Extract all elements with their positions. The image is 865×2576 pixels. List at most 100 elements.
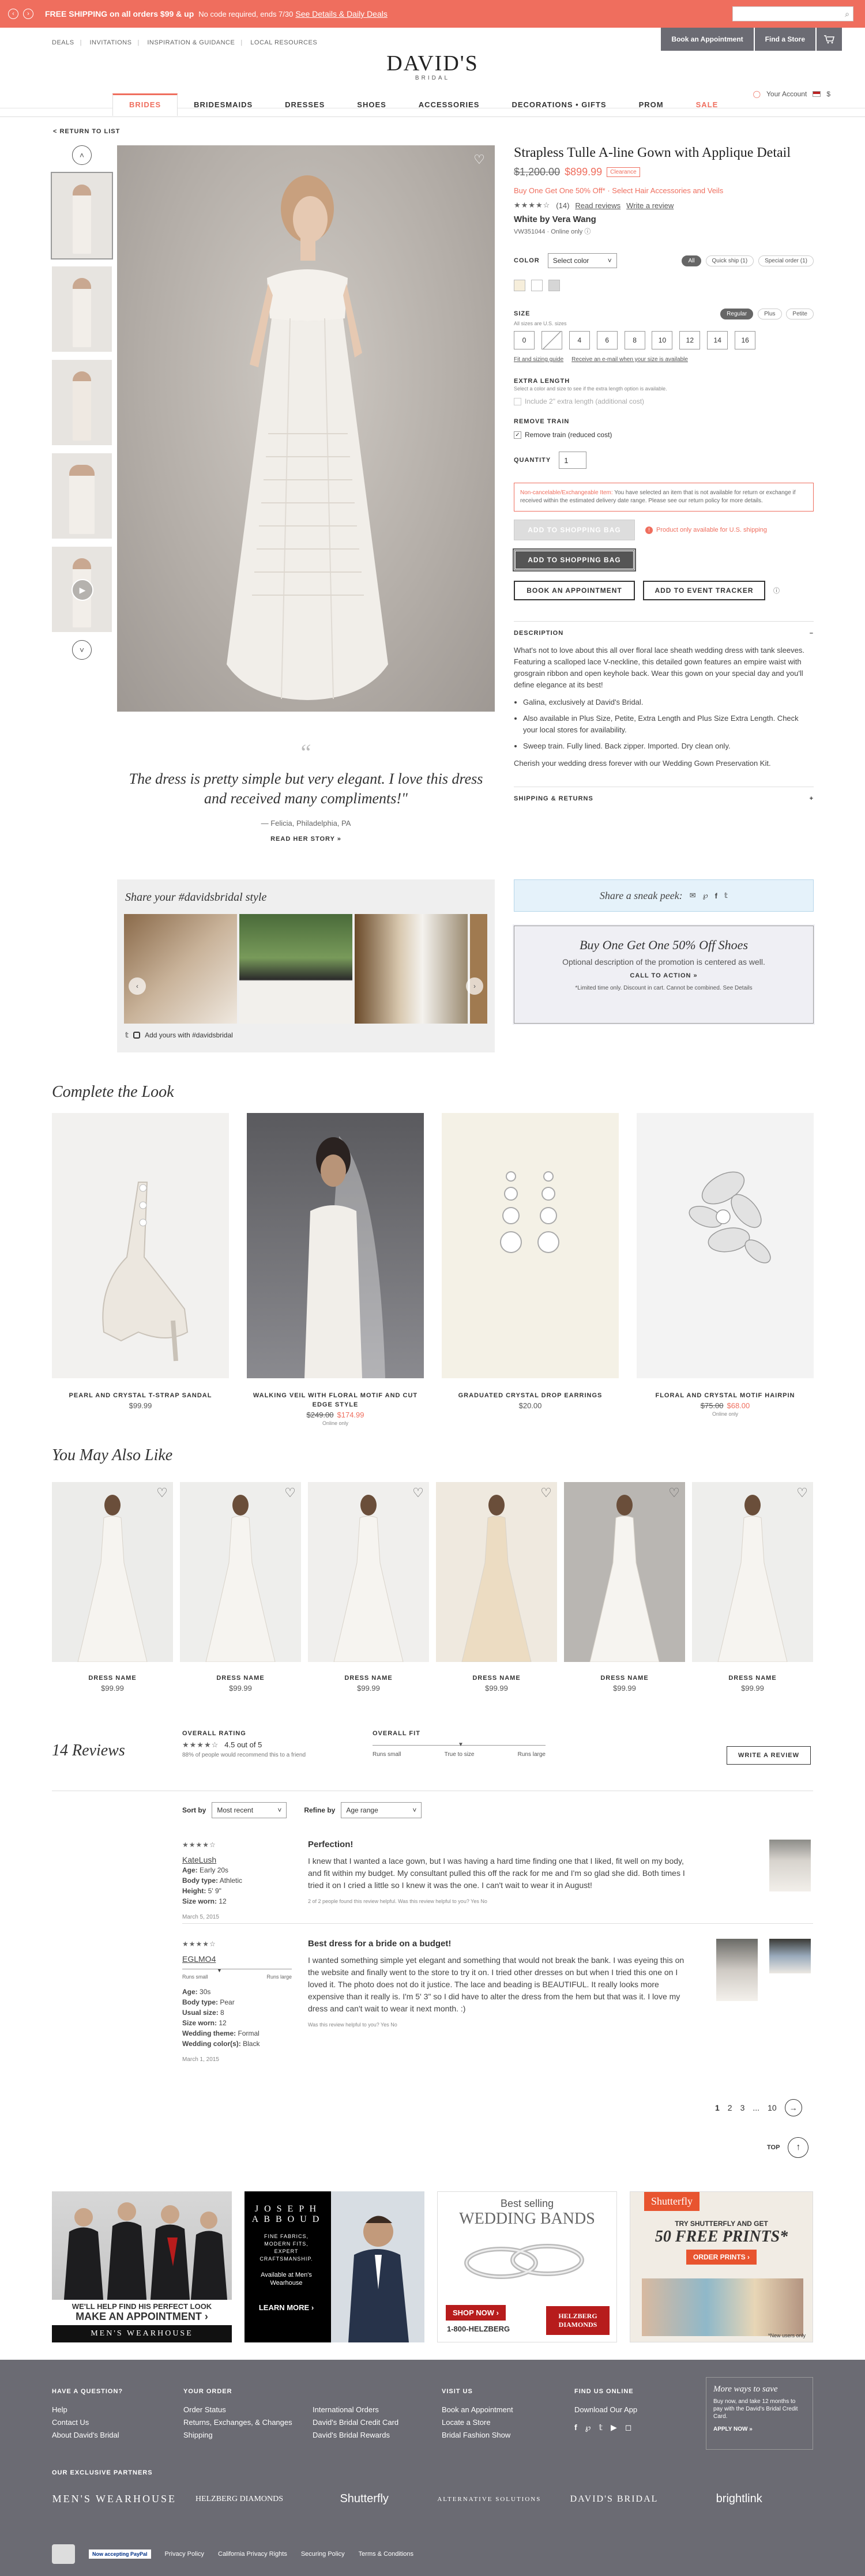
color-filter-quick-ship[interactable]: Quick ship (1) (705, 255, 754, 266)
description-header[interactable]: DESCRIPTION – (514, 621, 814, 645)
remove-train-checkbox[interactable]: ✓ (514, 431, 521, 439)
thumbnail-video[interactable]: ▶ (52, 547, 112, 632)
size-option[interactable]: 0 (514, 331, 535, 349)
color-filter-all[interactable]: All (682, 255, 701, 266)
heart-icon[interactable]: ♡ (283, 1486, 298, 1501)
footer-link[interactable]: Download Our App (574, 2404, 637, 2416)
back-to-top[interactable]: TOP ↑ (767, 2137, 809, 2158)
ad-cta[interactable]: ORDER PRINTS › (686, 2250, 757, 2265)
ad-mens-wearhouse[interactable]: WE'LL HELP FIND HIS PERFECT LOOK MAKE AN… (52, 2191, 232, 2342)
thumbnail[interactable] (52, 266, 112, 352)
product-name[interactable]: DRESS NAME (692, 1675, 813, 1682)
partner-logo[interactable]: DAVID'S BRIDAL (552, 2494, 677, 2504)
product-name[interactable]: FLORAL AND CRYSTAL MOTIF HAIRPIN (637, 1391, 814, 1400)
footer-link[interactable]: International Orders (313, 2404, 398, 2416)
add-to-bag-button[interactable]: ADD TO SHOPPING BAG (513, 548, 636, 571)
heart-icon[interactable]: ♡ (667, 1486, 682, 1501)
return-to-list-link[interactable]: < RETURN TO LIST (53, 128, 120, 135)
color-select[interactable]: Select color ˅ (547, 253, 617, 268)
flag-icon[interactable] (813, 91, 821, 97)
footer-link[interactable]: About David's Bridal (52, 2429, 123, 2442)
promotion-cta-link[interactable]: CALL TO ACTION » (514, 972, 813, 979)
footer-link[interactable]: Shipping (183, 2429, 292, 2442)
size-option[interactable]: 6 (596, 331, 618, 349)
color-filter-special-order[interactable]: Special order (1) (758, 255, 814, 266)
footer-link[interactable]: Bridal Fashion Show (442, 2429, 513, 2442)
read-her-story-link[interactable]: READ HER STORY » (117, 836, 495, 843)
utility-link-invitations[interactable]: INVITATIONS (90, 39, 132, 46)
heart-icon[interactable]: ♡ (411, 1486, 426, 1501)
footer-link[interactable]: Book an Appointment (442, 2404, 513, 2416)
size-filter-petite[interactable]: Petite (786, 309, 814, 319)
partner-logo[interactable]: HELZBERG DIAMONDS (177, 2495, 302, 2504)
partner-logo[interactable]: MEN'S WEARHOUSE (52, 2493, 177, 2505)
product-promo-link[interactable]: Buy One Get One 50% Off* · Select Hair A… (514, 186, 814, 195)
refine-select[interactable]: Age range ˅ (341, 1802, 422, 1818)
product-image[interactable]: ♡ (52, 1482, 173, 1662)
fit-guide-link[interactable]: Fit and sizing guide (514, 356, 563, 363)
complete-look-item[interactable]: PEARL AND CRYSTAL T-STRAP SANDAL $99.99 (52, 1113, 229, 1410)
product-image[interactable] (637, 1113, 814, 1378)
product-name[interactable]: DRESS NAME (180, 1675, 301, 1682)
recommended-item[interactable]: ♡ DRESS NAME $99.99 (308, 1482, 429, 1693)
promo-details-link[interactable]: See Details & Daily Deals (295, 9, 388, 18)
product-name[interactable]: DRESS NAME (52, 1675, 173, 1682)
ugc-photo[interactable] (239, 914, 352, 1024)
nav-brides[interactable]: BRIDES (112, 93, 178, 116)
product-image[interactable]: ♡ (692, 1482, 813, 1662)
product-name[interactable]: DRESS NAME (308, 1675, 429, 1682)
product-image[interactable] (52, 1113, 229, 1378)
carousel-next-icon[interactable]: › (466, 977, 483, 995)
event-tracker-button[interactable]: ADD TO EVENT TRACKER (643, 581, 765, 600)
page-link[interactable]: 2 (728, 2103, 732, 2112)
nav-sale[interactable]: SALE (680, 93, 735, 116)
ugc-photo[interactable] (124, 914, 237, 1024)
product-image[interactable]: ♡ (564, 1482, 685, 1662)
search-input[interactable]: ⌕ (732, 6, 853, 21)
chevron-down-icon[interactable]: ˅ (72, 640, 92, 660)
review-photo[interactable] (769, 1840, 811, 1891)
review-helpful[interactable]: 2 of 2 people found this review helpful.… (308, 1898, 689, 1904)
complete-look-item[interactable]: FLORAL AND CRYSTAL MOTIF HAIRPIN $75.00 $… (637, 1113, 814, 1417)
facebook-icon[interactable]: f (715, 892, 717, 900)
partner-logo[interactable]: ALTERNATIVE SOLUTIONS (427, 2496, 552, 2503)
play-icon[interactable]: ▶ (72, 579, 93, 601)
quantity-input[interactable]: 1 (559, 452, 587, 469)
instagram-icon[interactable]: ◻ (625, 2421, 632, 2434)
chevron-up-icon[interactable]: ˄ (72, 145, 92, 165)
nav-decorations-gifts[interactable]: DECORATIONS • GIFTS (495, 93, 622, 116)
logo[interactable]: DAVID'S BRIDAL (386, 51, 479, 81)
ugc-photo[interactable] (355, 914, 468, 1024)
pinterest-icon[interactable]: ℘ (703, 891, 708, 900)
heart-icon[interactable]: ♡ (539, 1486, 554, 1501)
recommended-item[interactable]: ♡ DRESS NAME $99.99 (564, 1482, 685, 1693)
product-name[interactable]: DRESS NAME (564, 1675, 685, 1682)
utility-link-inspiration[interactable]: INSPIRATION & GUIDANCE (147, 39, 235, 46)
legal-link[interactable]: Terms & Conditions (359, 2551, 413, 2558)
thumbnail[interactable] (52, 360, 112, 445)
shipping-header[interactable]: SHIPPING & RETURNS + (514, 787, 814, 810)
write-review-link[interactable]: Write a review (626, 201, 674, 210)
find-store-button[interactable]: Find a Store (754, 28, 815, 51)
twitter-icon[interactable]: 𝕥 (599, 2421, 603, 2434)
ad-cta[interactable]: MAKE AN APPOINTMENT › (52, 2311, 232, 2323)
color-swatch[interactable] (531, 280, 543, 291)
product-main-image[interactable]: ♡ (117, 145, 495, 712)
nav-prom[interactable]: PROM (623, 93, 680, 116)
product-image[interactable]: ♡ (180, 1482, 301, 1662)
heart-icon[interactable]: ♡ (472, 152, 487, 167)
size-option[interactable]: 4 (569, 331, 590, 349)
footer-link[interactable]: Order Status (183, 2404, 292, 2416)
recommended-item[interactable]: ♡ DRESS NAME $99.99 (436, 1482, 557, 1693)
arrow-up-icon[interactable]: ↑ (788, 2137, 809, 2158)
cart-icon[interactable] (817, 28, 842, 51)
nav-shoes[interactable]: SHOES (341, 93, 403, 116)
color-swatch[interactable] (514, 280, 525, 291)
ad-cta[interactable]: LEARN MORE › (245, 2303, 328, 2312)
footer-link[interactable]: David's Bridal Rewards (313, 2429, 398, 2442)
account-link[interactable]: Your Account (766, 90, 807, 98)
recommended-item[interactable]: ♡ DRESS NAME $99.99 (692, 1482, 813, 1693)
recommended-item[interactable]: ♡ DRESS NAME $99.99 (52, 1482, 173, 1693)
product-name[interactable]: WALKING VEIL WITH FLORAL MOTIF AND CUT E… (247, 1391, 424, 1409)
product-name[interactable]: GRADUATED CRYSTAL DROP EARRINGS (442, 1391, 619, 1400)
